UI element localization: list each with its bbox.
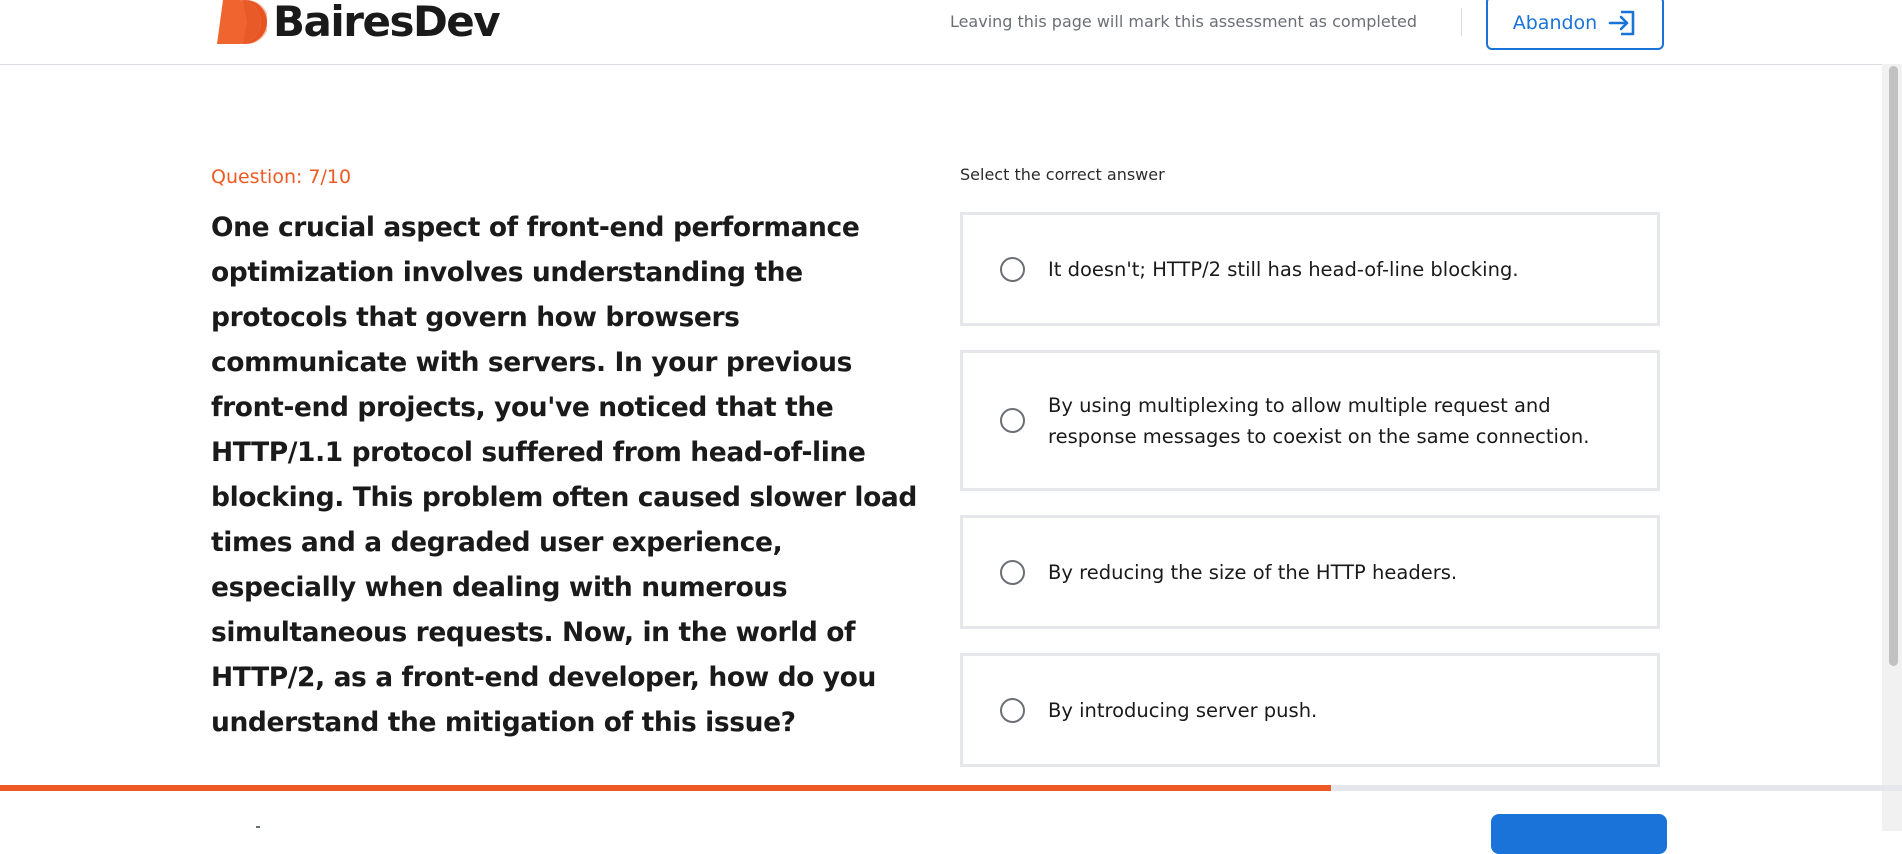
abandon-button[interactable]: Abandon: [1486, 0, 1664, 50]
top-header: BairesDev Leaving this page will mark th…: [0, 0, 1882, 65]
footer-fragment: [256, 826, 260, 828]
abandon-button-label: Abandon: [1512, 12, 1598, 34]
answer-option-label: By introducing server push.: [1048, 698, 1318, 722]
bairesdev-logo-icon: [217, 0, 267, 44]
page-scrollbar-thumb[interactable]: [1889, 66, 1898, 666]
question-text: One crucial aspect of front-end performa…: [211, 212, 917, 738]
answer-option-4[interactable]: By introducing server push.: [960, 653, 1660, 767]
next-button[interactable]: [1491, 814, 1667, 854]
assessment-progress-bar: [0, 785, 1902, 791]
exit-arrow-icon: [1607, 9, 1637, 37]
answer-option-label: It doesn't; HTTP/2 still has head-of-lin…: [1048, 257, 1519, 281]
answer-option-3[interactable]: By reducing the size of the HTTP headers…: [960, 515, 1660, 629]
answer-option-1[interactable]: It doesn't; HTTP/2 still has head-of-lin…: [960, 212, 1660, 326]
assessment-progress-fill: [0, 785, 1332, 791]
brand-logo[interactable]: BairesDev: [217, 0, 501, 46]
answer-option-label: By using multiplexing to allow multiple …: [1048, 393, 1590, 448]
answer-instruction: Select the correct answer: [960, 165, 1165, 184]
radio-unchecked-icon[interactable]: [1000, 559, 1025, 585]
answer-option-label: By reducing the size of the HTTP headers…: [1048, 560, 1458, 584]
brand-name: BairesDev: [273, 0, 501, 46]
radio-unchecked-icon[interactable]: [1000, 408, 1025, 433]
radio-unchecked-icon[interactable]: [1000, 256, 1025, 282]
radio-unchecked-icon[interactable]: [1000, 697, 1025, 723]
answer-option-2[interactable]: By using multiplexing to allow multiple …: [960, 350, 1660, 491]
leaving-notice: Leaving this page will mark this assessm…: [949, 12, 1417, 31]
question-counter: Question: 7/10: [211, 166, 352, 188]
header-divider: [1461, 8, 1462, 36]
